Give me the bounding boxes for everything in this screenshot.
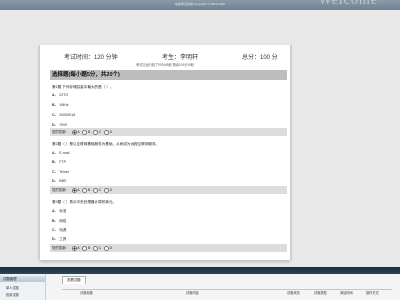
option-d: D．BBS — [52, 179, 67, 183]
section-title: 选择题(每小题5分，共20个) — [50, 70, 287, 80]
radio-d[interactable] — [104, 129, 110, 135]
copyright-text: 在线考试系统 Copyright © 2016-2018 — [175, 2, 225, 6]
sidebar-item-single[interactable]: 单人试题 — [6, 285, 19, 290]
exam-info-bar: 考试时间：120 分钟 考生：李明轩 总分：100 分 — [0, 50, 400, 62]
option-b: B．1MHz — [52, 103, 69, 107]
answer-label: 您的答案： — [52, 188, 69, 192]
option-c: C．Telnet — [52, 170, 69, 174]
radio-d[interactable] — [104, 245, 110, 251]
col-actions: 操作方式 — [366, 291, 379, 295]
radio-c[interactable] — [93, 129, 99, 135]
answer-label: 您的答案： — [52, 130, 69, 134]
radio-b[interactable] — [82, 129, 88, 135]
question-text: 第3题（ ）表示中央处理器计算机单元。 — [52, 200, 117, 204]
answer-bar: 您的答案： A B C D — [50, 244, 287, 252]
candidate-name: 考生：李明轩 — [162, 55, 199, 61]
top-header: 在线考试系统 Copyright © 2016-2018 Welcome — [0, 0, 400, 10]
col-time: 添加时间 — [340, 291, 353, 295]
answer-bar: 您的答案： A B C D — [50, 128, 287, 136]
welcome-banner: Welcome — [318, 0, 378, 8]
option-c: C．电源 — [52, 228, 67, 232]
radio-b[interactable] — [82, 245, 88, 251]
option-d: D．工具 — [52, 237, 67, 241]
col-status: 试卷状态 — [287, 291, 300, 295]
question-text: 第1题 下列存储容量中最大的是（ ）。 — [52, 85, 114, 89]
option-b: B．网络 — [52, 219, 67, 223]
col-content: 试卷内容 — [186, 291, 199, 295]
radio-b[interactable] — [82, 187, 88, 193]
tab-view-questions[interactable]: 查看试题 — [62, 276, 86, 284]
option-a: A．22TO — [52, 93, 69, 97]
exam-time: 考试时间：120 分钟 — [64, 55, 118, 61]
table-header: 试卷标题 试卷内容 试卷状态 试卷类型 添加时间 操作方式 — [62, 289, 392, 297]
col-type: 试卷类型 — [314, 291, 327, 295]
sidebar-title[interactable]: 试题管理 — [0, 276, 45, 282]
answer-label: 您的答案： — [52, 246, 69, 250]
answer-bar: 您的答案： A B C D — [50, 186, 287, 194]
total-score: 总分：100 分 — [242, 55, 278, 61]
radio-c[interactable] — [93, 187, 99, 193]
option-b: B．FTP — [52, 160, 66, 164]
radio-d[interactable] — [104, 187, 110, 193]
window-title-bar — [0, 267, 400, 274]
question-text: 第2题（ ）是以互联网基础服务为基础，从而成为远程互联网服务。 — [52, 142, 160, 146]
option-a: A．E-mail — [52, 151, 70, 155]
exam-timer-note: 考试已运行到了00分45秒 剩余119分15秒 — [135, 63, 195, 67]
option-c: C．20000018 — [52, 113, 76, 117]
radio-c[interactable] — [93, 245, 99, 251]
col-title: 试卷标题 — [80, 291, 93, 295]
sidebar-item-batch[interactable]: 批量试题 — [6, 292, 19, 297]
option-a: A．标准 — [52, 209, 67, 213]
admin-sidebar: 试题管理 单人试题 批量试题 — [0, 274, 46, 300]
